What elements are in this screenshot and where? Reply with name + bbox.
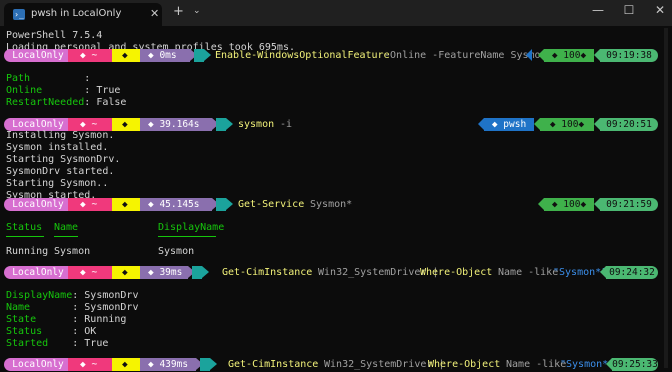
prompt-status <box>192 266 202 279</box>
output-key: Name : SysmonDrv <box>6 302 139 313</box>
prompt-elapsed: ◆ 39ms <box>140 266 188 279</box>
table-header-underline <box>54 236 78 237</box>
table-header: Status <box>6 222 43 233</box>
prompt-arrow <box>226 198 233 210</box>
prompt-line: LocalOnly ◆ ~ ◆ ◆ 39ms Get-CimInstance W… <box>0 266 672 279</box>
output-key: Started : True <box>6 338 109 349</box>
prompt-home: ◆ ~ <box>68 198 116 211</box>
prompt-arrow <box>202 266 209 278</box>
command-args: -Online -FeatureName Sysmon <box>378 50 547 61</box>
prompt-arrow <box>226 118 233 130</box>
maximize-button[interactable]: ☐ <box>619 3 639 17</box>
prompt-host: LocalOnly <box>4 266 72 279</box>
prompt-git: ◆ <box>112 358 142 371</box>
command-name: Get-CimInstance <box>228 359 319 370</box>
output-key: DisplayName: SysmonDrv <box>6 290 139 301</box>
output-line: Starting Sysmon.. <box>6 178 109 189</box>
prompt-arrow <box>210 358 217 370</box>
prompt-elapsed: ◆ 39.164s <box>140 118 212 131</box>
tab-pwsh[interactable]: ›_ pwsh in LocalOnly ✕ <box>4 3 162 26</box>
prompt-status <box>200 358 210 371</box>
command-args: -i <box>274 119 293 130</box>
prompt-clock: 09:20:51 <box>600 118 658 131</box>
output-key: State : Running <box>6 314 127 325</box>
table-header: Name <box>54 222 79 233</box>
output-line: Sysmon installed. <box>6 142 109 153</box>
prompt-clock: 09:24:32 <box>606 266 658 279</box>
table-cell: Sysmon <box>54 246 91 257</box>
prompt-home: ◆ ~ <box>68 358 116 371</box>
prompt-clock: 09:25:33 <box>612 358 658 371</box>
prompt-git-status: ◆ 100◆ <box>544 49 594 62</box>
command-name: Get-CimInstance <box>222 267 313 278</box>
prompt-status <box>194 49 204 62</box>
prompt-git: ◆ <box>112 49 142 62</box>
prompt-git: ◆ <box>112 198 142 211</box>
table-cell: Running <box>6 246 49 257</box>
terminal-window: { "tab": {"title": "pwsh in LocalOnly", … <box>0 0 672 372</box>
prompt-git: ◆ <box>112 266 142 279</box>
prompt-elapsed: ◆ 439ms <box>140 358 196 371</box>
close-window-button[interactable]: ✕ <box>650 3 670 17</box>
prompt-git: ◆ <box>112 118 142 131</box>
powershell-icon: ›_ <box>13 9 25 20</box>
output-line: Starting SysmonDrv. <box>6 154 121 165</box>
output-key: Path : <box>6 73 97 84</box>
prompt-arrow <box>204 49 211 61</box>
prompt-arrow <box>526 49 532 61</box>
tab-title: pwsh in LocalOnly <box>31 8 122 19</box>
prompt-shell: ◆ pwsh <box>484 118 534 131</box>
new-tab-button[interactable]: + <box>173 4 184 19</box>
prompt-clock: 09:21:59 <box>600 198 658 211</box>
table-header-underline <box>6 236 44 237</box>
prompt-host: LocalOnly <box>4 198 72 211</box>
chevron-down-icon[interactable]: ⌄ <box>193 6 201 16</box>
intro-line: PowerShell 7.5.4 <box>6 30 103 41</box>
prompt-elapsed: ◆ 45.145s <box>140 198 212 211</box>
output-line: Installing Sysmon. <box>6 130 115 141</box>
output-key: Online : True <box>6 85 121 96</box>
table-cell: Sysmon <box>158 246 195 257</box>
prompt-elapsed: ◆ 0ms <box>140 49 190 62</box>
minimize-button[interactable]: — <box>588 3 608 17</box>
output-line: SysmonDrv started. <box>6 166 115 177</box>
command-name: Where-Object <box>420 267 493 278</box>
command-args: Sysmon* <box>304 199 353 210</box>
command-name: Where-Object <box>428 359 501 370</box>
output-key: RestartNeeded: False <box>6 97 127 108</box>
command-name: Enable-WindowsOptionalFeature <box>215 50 390 61</box>
table-header: DisplayName <box>158 222 225 233</box>
title-bar: ›_ pwsh in LocalOnly ✕ + ⌄ — ☐ ✕ <box>0 0 672 26</box>
prompt-home: ◆ ~ <box>68 49 116 62</box>
prompt-home: ◆ ~ <box>68 266 116 279</box>
prompt-line: LocalOnly ◆ ~ ◆ ◆ 439ms Get-CimInstance … <box>0 358 672 371</box>
prompt-line: LocalOnly ◆ ~ ◆ ◆ 0ms Enable-WindowsOpti… <box>0 49 672 62</box>
prompt-git-status: ◆ 100◆ <box>540 118 594 131</box>
command-name: Get-Service <box>238 199 305 210</box>
prompt-host: LocalOnly <box>4 358 72 371</box>
prompt-host: LocalOnly <box>4 49 72 62</box>
prompt-line: LocalOnly ◆ ~ ◆ ◆ 45.145s Get-Service Sy… <box>0 198 672 211</box>
tab-close-icon[interactable]: ✕ <box>150 7 159 20</box>
prompt-status <box>216 198 226 211</box>
prompt-status <box>216 118 226 131</box>
scrollbar[interactable] <box>664 28 668 368</box>
table-header-underline <box>158 236 216 237</box>
prompt-clock: 09:19:38 <box>600 49 658 62</box>
output-key: Status : OK <box>6 326 97 337</box>
prompt-git-status: ◆ 100◆ <box>544 198 594 211</box>
command-name: sysmon <box>238 119 275 130</box>
